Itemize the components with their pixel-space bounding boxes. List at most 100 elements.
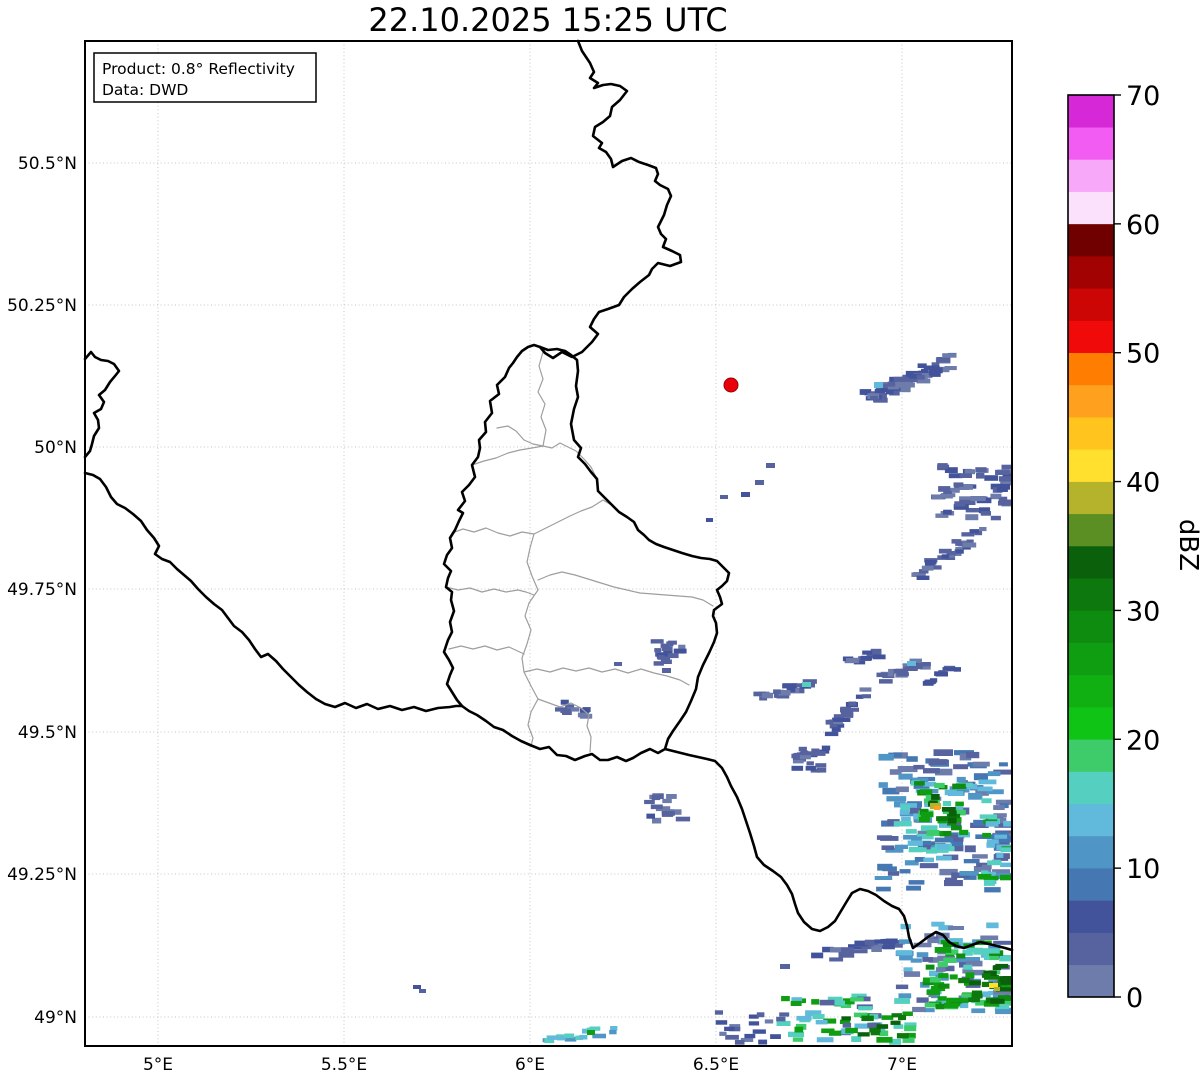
product-info-box: Product: 0.8° Reflectivity Data: DWD xyxy=(93,52,317,103)
colorbar-tick-label: 40 xyxy=(1126,468,1160,499)
radar-echo-bin xyxy=(977,786,993,792)
radar-echo-bin xyxy=(825,719,834,725)
radar-echo-bin xyxy=(937,844,950,850)
radar-echo-bin xyxy=(979,527,987,532)
radar-echo-bin xyxy=(852,949,868,954)
radar-echo-bin xyxy=(943,957,957,963)
radar-echo-bin xyxy=(898,773,913,780)
radar-echo-bin xyxy=(806,761,814,766)
colorbar-segment xyxy=(1068,384,1114,418)
radar-echo-bin xyxy=(845,1027,858,1034)
colorbar-segment xyxy=(1068,577,1114,611)
radar-echo-bin xyxy=(886,796,907,802)
radar-echo-bin xyxy=(933,749,953,756)
radar-echo-bin xyxy=(886,938,898,944)
radar-echo-bin xyxy=(848,701,857,706)
radar-echo-bin xyxy=(819,999,835,1006)
radar-echo-bin xyxy=(965,972,975,979)
radar-echo-bin xyxy=(937,996,947,1001)
radar-echo-bin xyxy=(788,1031,805,1038)
radar-echo-bin xyxy=(644,799,655,805)
radar-echo-bin xyxy=(859,687,872,692)
radar-echo-bin xyxy=(662,668,671,673)
colorbar-tick-label: 20 xyxy=(1126,725,1160,756)
radar-echo-bin xyxy=(934,837,954,843)
radar-echo-bin xyxy=(911,847,927,852)
radar-echo-bin xyxy=(936,357,951,363)
radar-echo-bin xyxy=(861,694,871,699)
radar-echo-bin xyxy=(660,656,671,662)
radar-echo-bin xyxy=(831,727,841,732)
colorbar-tick-label: 70 xyxy=(1126,81,1160,112)
radar-echo-bin xyxy=(905,829,917,834)
radar-echo-bin xyxy=(985,821,999,827)
radar-echo-bin xyxy=(846,658,860,663)
radar-echo-bin xyxy=(1001,464,1011,470)
radar-echo-bin xyxy=(920,811,934,818)
radar-echo-bin xyxy=(706,518,713,522)
radar-echo-bin xyxy=(904,666,918,671)
radar-echo-bin xyxy=(734,1039,745,1045)
radar-echo-bin xyxy=(979,814,997,819)
radar-echo-bin xyxy=(906,756,918,762)
radar-echo-bin xyxy=(1003,820,1011,827)
radar-echo-bin xyxy=(941,554,950,559)
radar-map-figure: 22.10.2025 15:25 UTC Product: 0.8° Refle… xyxy=(7,1,1202,1075)
radar-echo-bin xyxy=(980,935,999,940)
radar-echo-bin xyxy=(978,779,997,785)
radar-echo-bin xyxy=(973,773,988,781)
radar-echo-bin xyxy=(811,999,820,1005)
radar-echo-bin xyxy=(893,668,906,674)
radar-echo-bin xyxy=(999,476,1011,482)
radar-echo-bin xyxy=(924,679,937,684)
colorbar-segment xyxy=(1068,352,1114,386)
radar-echo-bin xyxy=(798,746,807,752)
radar-echo-bin xyxy=(848,707,859,712)
radar-echo-bin xyxy=(984,887,1001,893)
radar-echo-bin xyxy=(654,648,662,653)
radar-echo-bin xyxy=(890,1020,901,1025)
radar-echo-bin xyxy=(995,1008,1011,1015)
radar-echo-bin xyxy=(755,480,764,485)
colorbar-segment xyxy=(1068,771,1114,805)
radar-echo-bin xyxy=(564,1033,575,1039)
radar-echo-bin xyxy=(646,813,655,819)
colorbar-segments xyxy=(1068,94,1114,998)
radar-echo-bin xyxy=(983,879,995,886)
colorbar-segment xyxy=(1068,642,1114,676)
radar-echo-bin xyxy=(858,1006,873,1011)
radar-echo-bin xyxy=(885,389,894,395)
radar-echo-bin xyxy=(838,952,855,958)
radar-echo-bin xyxy=(776,1016,786,1022)
radar-echo-bin xyxy=(725,1034,739,1040)
radar-echo-bin xyxy=(934,806,940,810)
radar-echo-bin xyxy=(1000,874,1011,881)
radar-echo-bin xyxy=(610,1026,618,1031)
radar-echo-bin xyxy=(805,765,816,771)
radar-echo-bin xyxy=(916,997,929,1003)
radar-echo-bin xyxy=(799,755,811,760)
radar-echo-bin xyxy=(956,953,966,959)
radar-echo-bin xyxy=(994,987,1000,991)
radar-echo-bin xyxy=(893,376,909,382)
radar-echo-bin xyxy=(969,529,979,534)
colorbar-tick-labels: 0 10 20 30 40 50 60 70 xyxy=(1114,81,1160,1014)
radar-echo-bin xyxy=(675,816,691,822)
radar-echo-bin xyxy=(936,816,950,822)
radar-echo-bin xyxy=(995,963,1009,969)
radar-echo-bin xyxy=(893,821,912,827)
radar-echo-bin xyxy=(921,368,929,373)
radar-echo-bin xyxy=(766,463,775,468)
radar-echo-bin xyxy=(946,997,964,1002)
radar-echo-bin xyxy=(925,964,935,970)
radar-echo-bin xyxy=(756,1012,765,1018)
radar-echo-bin xyxy=(666,641,674,647)
radar-echo-bin xyxy=(874,382,883,388)
radar-echo-bin xyxy=(1000,847,1011,852)
radar-echo-bin xyxy=(764,1019,774,1024)
colorbar-segment xyxy=(1068,320,1114,354)
radar-echo-bin xyxy=(781,996,790,1002)
radar-echo-bin xyxy=(891,1013,902,1018)
colorbar-segment xyxy=(1068,674,1114,708)
radar-echo-bin xyxy=(963,964,973,970)
